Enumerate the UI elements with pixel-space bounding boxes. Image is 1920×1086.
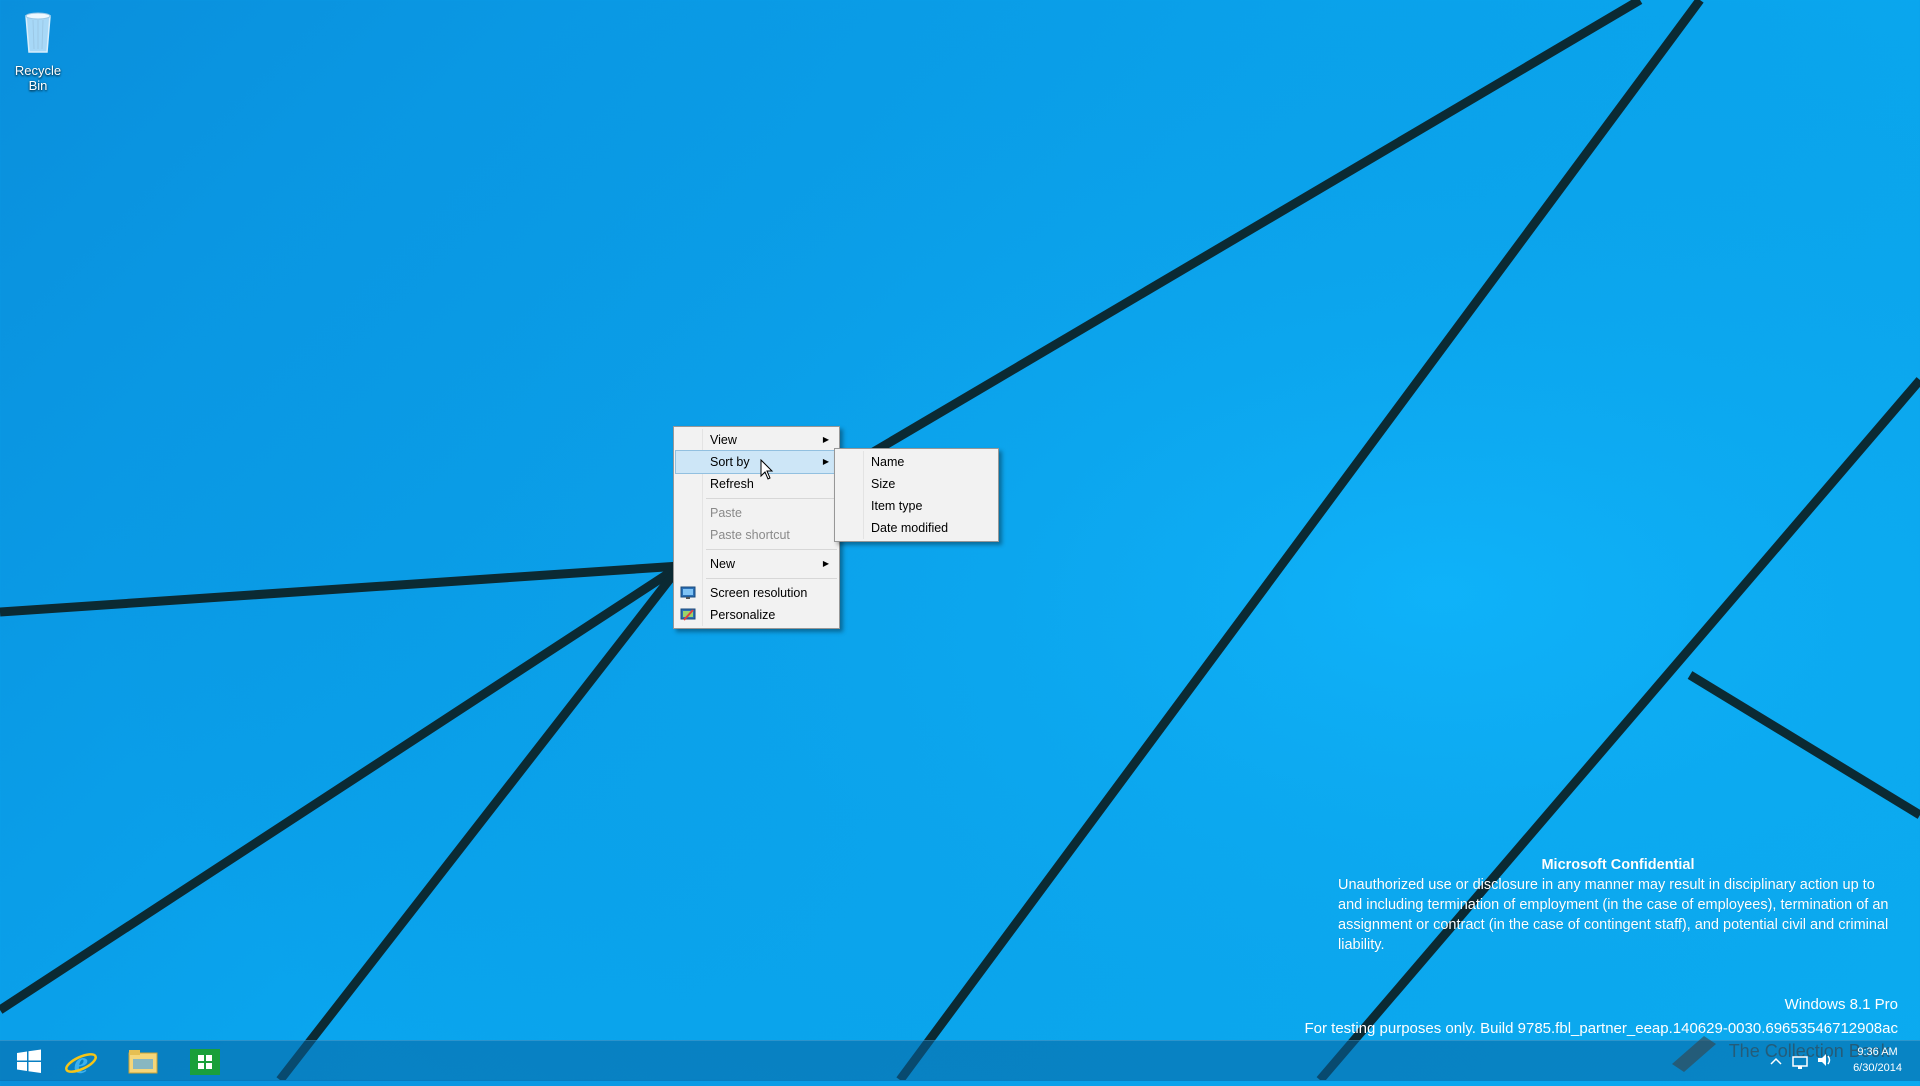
menu-item-label: Refresh xyxy=(710,477,754,491)
menu-item-label: Screen resolution xyxy=(710,586,808,600)
mouse-cursor-icon xyxy=(760,459,774,480)
submenu-arrow-icon: ▶ xyxy=(822,457,829,466)
menu-item-label: Date modified xyxy=(871,521,949,535)
clock-date: 6/30/2014 xyxy=(1853,1062,1902,1074)
menu-item-label: Personalize xyxy=(710,608,776,622)
submenu-arrow-icon: ▶ xyxy=(822,559,829,568)
menu-item-screen-resolution[interactable]: Screen resolution xyxy=(676,582,837,604)
menu-separator xyxy=(706,578,837,579)
tray-chevron-icon[interactable] xyxy=(1768,1040,1784,1080)
file-explorer-icon xyxy=(128,1050,158,1074)
menu-item-label: Sort by xyxy=(710,455,750,469)
recycle-bin[interactable]: Recycle Bin xyxy=(4,6,72,93)
menu-item-refresh[interactable]: Refresh xyxy=(676,473,837,495)
clock-time: 9:36 AM xyxy=(1857,1046,1898,1058)
menu-item-paste-shortcut[interactable]: Paste shortcut xyxy=(676,524,837,546)
menu-item-label: Item type xyxy=(871,499,923,513)
menu-item-new[interactable]: New ▶ xyxy=(676,553,837,575)
taskbar: e xyxy=(0,1040,1920,1081)
desktop-context-menu: View ▶ Sort by ▶ Refresh Paste Paste sho… xyxy=(673,426,840,629)
recycle-bin-label: Recycle Bin xyxy=(14,63,62,93)
internet-explorer-icon: e xyxy=(65,1044,97,1080)
file-explorer-button[interactable] xyxy=(114,1041,172,1081)
sort-by-submenu: Name Size Item type Date modified xyxy=(834,448,999,542)
menu-separator xyxy=(706,549,837,550)
windows-logo-icon xyxy=(17,1049,41,1073)
internet-explorer-button[interactable]: e xyxy=(52,1041,110,1081)
menu-item-sort-date-modified[interactable]: Date modified xyxy=(837,517,996,539)
menu-item-personalize[interactable]: Personalize xyxy=(676,604,837,626)
book-icon xyxy=(1672,1036,1716,1072)
menu-item-label: Paste xyxy=(710,506,742,520)
menu-item-label: View xyxy=(710,433,737,447)
volume-icon[interactable] xyxy=(1815,1040,1835,1080)
menu-item-sort-by[interactable]: Sort by ▶ xyxy=(675,450,838,474)
menu-item-paste[interactable]: Paste xyxy=(676,502,837,524)
store-button[interactable] xyxy=(176,1041,234,1081)
submenu-arrow-icon: ▶ xyxy=(822,435,829,444)
menu-item-sort-item-type[interactable]: Item type xyxy=(837,495,996,517)
network-icon[interactable] xyxy=(1790,1040,1810,1080)
menu-item-label: Name xyxy=(871,455,905,469)
personalize-icon xyxy=(680,608,696,621)
menu-item-view[interactable]: View ▶ xyxy=(676,429,837,451)
svg-text:e: e xyxy=(74,1044,88,1080)
watermark-body: Unauthorized use or disclosure in any ma… xyxy=(1338,877,1889,953)
menu-separator xyxy=(706,498,837,499)
menu-item-sort-size[interactable]: Size xyxy=(837,473,996,495)
system-clock[interactable]: 9:36 AM 6/30/2014 xyxy=(1853,1044,1902,1076)
watermark-title: Microsoft Confidential xyxy=(1541,857,1695,873)
monitor-icon xyxy=(680,586,696,599)
start-button[interactable] xyxy=(0,1041,58,1081)
windows-edition: Windows 8.1 Pro xyxy=(1784,996,1898,1013)
store-icon xyxy=(190,1049,220,1075)
menu-item-sort-name[interactable]: Name xyxy=(837,451,996,473)
menu-item-label: New xyxy=(710,557,736,571)
confidential-watermark: Microsoft Confidential Unauthorized use … xyxy=(1338,855,1898,955)
recycle-bin-icon xyxy=(25,12,51,53)
menu-item-label: Size xyxy=(871,477,896,491)
menu-item-label: Paste shortcut xyxy=(710,528,790,542)
